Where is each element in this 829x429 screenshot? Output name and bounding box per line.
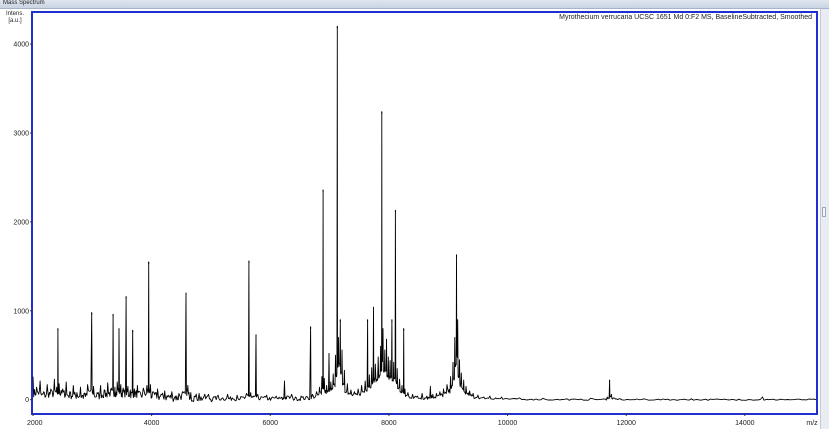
x-tick-label: 8000 [381,420,397,427]
x-tick-label: 2000 [27,420,43,427]
spectrum-chart: 0 1000 2000 3000 4000 2000 4000 6000 8000 10000 12… [13,25,818,427]
y-tick-label: 1000 [13,308,29,315]
x-tick-label: 14000 [735,420,755,427]
y-tick-label: 0 [25,397,29,404]
spectrum-line [32,25,817,403]
y-tick-label: 4000 [13,42,29,49]
x-tick-label: 4000 [144,420,160,427]
y-tick-label: 2000 [13,219,29,226]
x-axis-label: m/z [806,420,818,427]
x-tick-label: 6000 [262,420,278,427]
x-tick-label: 12000 [616,420,636,427]
x-tick-label: 10000 [498,420,518,427]
y-tick-label: 3000 [13,131,29,138]
